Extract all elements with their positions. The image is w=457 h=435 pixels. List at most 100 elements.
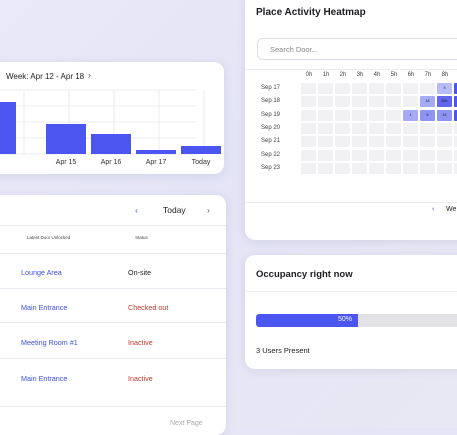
date-label: Sep 22 (261, 151, 281, 158)
heatmap-cell[interactable] (369, 109, 384, 121)
heatmap-cell[interactable] (369, 83, 384, 94)
date-label: Sep 17 (261, 85, 281, 91)
bar (136, 150, 176, 154)
heatmap-cell[interactable]: 16 (437, 109, 452, 121)
heatmap-cell[interactable] (420, 136, 435, 148)
date-label: Sep 21 (261, 138, 281, 145)
column-header-status: Status (135, 235, 148, 240)
tick-label: Apr 15 (56, 159, 77, 166)
heatmap-cell[interactable] (369, 136, 384, 148)
heatmap-cell[interactable]: 56h (437, 96, 452, 108)
heatmap-cell[interactable]: 18 (420, 96, 435, 108)
heatmap-cell[interactable] (369, 122, 384, 134)
bar (91, 134, 131, 154)
heatmap-cell[interactable] (437, 149, 452, 161)
heatmap-cell[interactable] (352, 83, 367, 94)
heatmap-cell[interactable] (403, 96, 418, 108)
heatmap-cell[interactable] (403, 162, 418, 174)
divider (0, 288, 226, 289)
heatmap-cell[interactable] (386, 83, 401, 94)
heatmap-cell[interactable] (301, 109, 316, 121)
heatmap-cell[interactable] (318, 122, 333, 134)
heatmap-cell[interactable]: 4 (403, 109, 418, 121)
weekly-bar-chart: Apr 15 Apr 16 Apr 17 Today (0, 89, 221, 166)
bar (181, 146, 221, 154)
heatmap-cell[interactable] (335, 136, 350, 148)
heatmap-cell[interactable] (352, 122, 367, 134)
heatmap-cell[interactable] (335, 109, 350, 121)
chevron-left-icon[interactable]: ‹ (432, 206, 434, 213)
hour-label: 7h (424, 72, 432, 78)
chevron-right-icon[interactable]: › (207, 205, 210, 215)
divider (245, 291, 457, 292)
heatmap-cell[interactable] (318, 162, 333, 174)
occupancy-title: Occupancy right now (256, 269, 353, 280)
door-link[interactable]: Main Entrance (21, 303, 67, 312)
chevron-left-icon[interactable]: ‹ (135, 205, 138, 215)
heatmap-cell[interactable] (335, 83, 350, 94)
heatmap-cell[interactable] (420, 83, 435, 94)
divider (245, 202, 457, 203)
tick-label: Today (192, 159, 211, 166)
heatmap-cell[interactable]: 6 (420, 109, 435, 121)
heatmap-cell[interactable] (437, 122, 452, 134)
heatmap-cell[interactable] (352, 149, 367, 161)
heatmap-title: Place Activity Heatmap (256, 7, 366, 18)
date-label: Sep 23 (261, 164, 281, 171)
heatmap-cell[interactable] (369, 96, 384, 108)
heatmap-cell[interactable] (335, 149, 350, 161)
column-header-door: Latest Door Unlocked (27, 235, 71, 240)
heatmap-cell[interactable] (301, 122, 316, 134)
heatmap-cell[interactable] (420, 149, 435, 161)
heatmap-cell[interactable] (352, 136, 367, 148)
heatmap-cell[interactable] (318, 83, 333, 94)
heatmap-cell[interactable] (386, 109, 401, 121)
date-label: Sep 18 (261, 98, 281, 105)
next-page-link[interactable]: Next Page (170, 420, 203, 427)
heatmap-cell[interactable] (437, 136, 452, 148)
date-pager-label: Today (163, 205, 186, 215)
occupancy-progress-fill: 50% (256, 314, 358, 327)
heatmap-cell[interactable] (420, 162, 435, 174)
heatmap-cell[interactable] (318, 109, 333, 121)
heatmap-cell[interactable] (403, 122, 418, 134)
heatmap-cell[interactable] (335, 96, 350, 108)
heatmap-cell[interactable] (301, 96, 316, 108)
place-activity-heatmap-card: Place Activity Heatmap 0h 1h 2h 3h 4h 5h 6h 7h 8… (245, 0, 457, 240)
heatmap-cell[interactable] (437, 162, 452, 174)
heatmap-cell[interactable] (335, 122, 350, 134)
door-link[interactable]: Lounge Area (21, 268, 62, 277)
heatmap-cell[interactable] (318, 136, 333, 148)
heatmap-cell[interactable] (369, 149, 384, 161)
heatmap-cell[interactable] (335, 162, 350, 174)
search-door-input[interactable] (257, 38, 457, 60)
door-link[interactable]: Main Entrance (21, 374, 67, 383)
heatmap-cell[interactable] (352, 96, 367, 108)
heatmap-cell[interactable] (386, 122, 401, 134)
divider (0, 406, 226, 407)
hour-label: 2h (339, 72, 347, 78)
heatmap-cell[interactable] (386, 96, 401, 108)
door-link[interactable]: Meeting Room #1 (21, 338, 78, 347)
heatmap-cell[interactable] (403, 83, 418, 94)
heatmap-cell[interactable] (301, 149, 316, 161)
status-text: On-site (128, 268, 152, 277)
heatmap-cell[interactable] (318, 149, 333, 161)
heatmap-cell[interactable] (352, 109, 367, 121)
heatmap-cell[interactable] (301, 162, 316, 174)
heatmap-cell[interactable] (403, 136, 418, 148)
heatmap-cell[interactable] (369, 162, 384, 174)
heatmap-cell[interactable]: 3 (437, 83, 452, 94)
heatmap-cell[interactable] (301, 136, 316, 148)
heatmap-cell[interactable] (403, 149, 418, 161)
heatmap-cell[interactable] (301, 83, 316, 94)
heatmap-cell[interactable] (386, 162, 401, 174)
heatmap-cell[interactable] (318, 96, 333, 108)
heatmap-cell[interactable] (352, 162, 367, 174)
heatmap-cell[interactable] (386, 149, 401, 161)
heatmap-cell[interactable] (420, 122, 435, 134)
heatmap-cell[interactable] (386, 136, 401, 148)
week-pager-label: We (446, 206, 457, 213)
divider (245, 69, 457, 70)
status-text: Checked out (128, 303, 169, 312)
